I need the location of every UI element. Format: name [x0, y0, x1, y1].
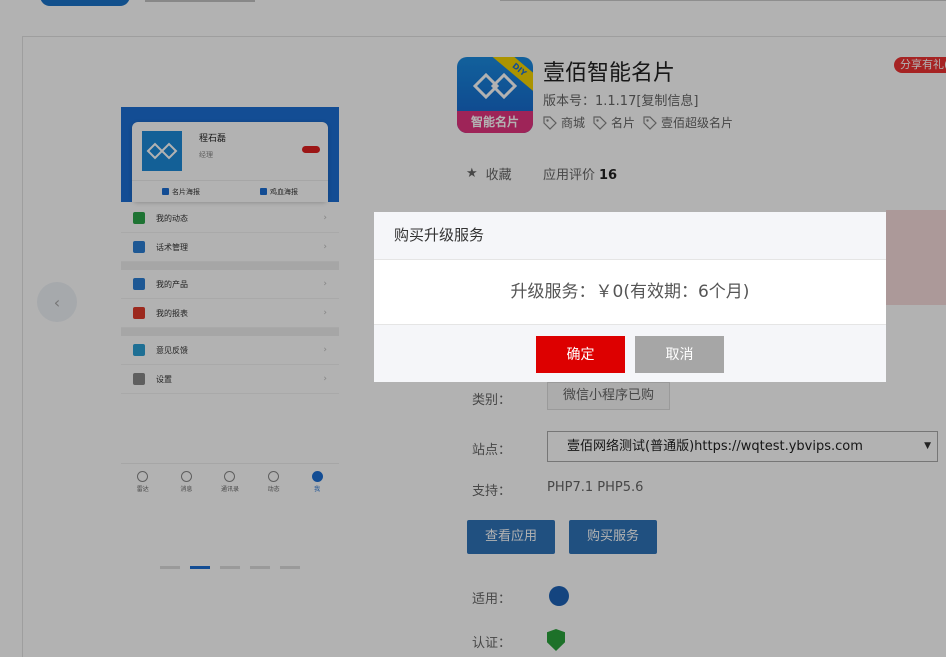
- dialog-title: 购买升级服务: [374, 212, 886, 260]
- cancel-button[interactable]: 取消: [635, 336, 724, 373]
- confirm-button[interactable]: 确定: [536, 336, 625, 373]
- dialog-message: 升级服务：￥0(有效期：6个月): [374, 260, 886, 325]
- upgrade-dialog: 购买升级服务 升级服务：￥0(有效期：6个月) 确定 取消: [374, 212, 886, 382]
- dialog-footer: 确定 取消: [374, 325, 886, 382]
